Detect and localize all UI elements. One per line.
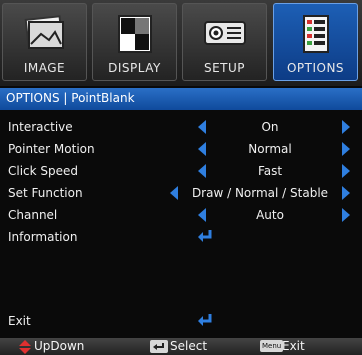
tab-label: IMAGE	[23, 61, 66, 75]
tab-label: SETUP	[203, 61, 246, 75]
tab-label: OPTIONS	[286, 61, 345, 75]
enter-icon[interactable]	[196, 228, 214, 244]
row-value: Normal	[248, 142, 292, 156]
row-value: On	[261, 120, 279, 134]
tab-image[interactable]: IMAGE	[2, 3, 87, 81]
menu-list: Interactive On Pointer Motion Normal Cli…	[0, 112, 362, 340]
row-label: Pointer Motion	[8, 142, 95, 156]
menu-row-interactive[interactable]: Interactive On	[0, 116, 362, 138]
setup-icon	[203, 21, 246, 45]
menu-row-information[interactable]: Information	[0, 226, 362, 248]
tab-display[interactable]: DISPLAY	[92, 3, 177, 81]
menu-row-exit[interactable]: Exit	[0, 310, 362, 332]
tab-setup[interactable]: SETUP	[182, 3, 267, 81]
row-value: Fast	[257, 164, 283, 178]
footer-updown-label: UpDown	[34, 339, 85, 353]
tab-label: DISPLAY	[108, 61, 161, 75]
row-value: Auto	[256, 208, 284, 222]
menu-row-channel[interactable]: Channel Auto	[0, 204, 362, 226]
row-label: Interactive	[8, 120, 73, 134]
menu-key-icon: Menu	[260, 340, 284, 352]
arrow-right-icon[interactable]	[342, 186, 350, 200]
enter-key-icon	[150, 340, 168, 353]
menu-row-pointer-motion[interactable]: Pointer Motion Normal	[0, 138, 362, 160]
updown-icon	[19, 340, 31, 354]
projector-osd-menu: IMAGE DISPLAY SETUP OPTIONS OPTIONS | Po…	[0, 0, 362, 355]
footer-exit-label: Exit	[282, 339, 305, 353]
menu-row-set-function[interactable]: Set Function Draw / Normal / Stable	[0, 182, 362, 204]
arrow-right-icon[interactable]	[342, 120, 350, 134]
row-label: Set Function	[8, 186, 83, 200]
exit-label: Exit	[8, 314, 31, 328]
row-label: Information	[8, 230, 78, 244]
row-label: Click Speed	[8, 164, 79, 178]
arrow-left-icon[interactable]	[170, 186, 178, 200]
page-title: OPTIONS | PointBlank	[6, 91, 135, 105]
footer-select-label: Select	[170, 339, 208, 353]
menu-row-click-speed[interactable]: Click Speed Fast	[0, 160, 362, 182]
display-icon	[117, 15, 152, 53]
tab-bar: IMAGE DISPLAY SETUP OPTIONS	[0, 0, 362, 86]
arrow-right-icon[interactable]	[342, 164, 350, 178]
arrow-right-icon[interactable]	[342, 142, 350, 156]
options-icon	[302, 15, 329, 53]
menu-title-bar: OPTIONS | PointBlank	[0, 88, 362, 110]
footer-bar: UpDown Select Menu Exit	[0, 338, 362, 355]
row-label: Channel	[8, 208, 58, 222]
arrow-right-icon[interactable]	[342, 208, 350, 222]
row-value: Draw / Normal / Stable	[191, 186, 329, 200]
image-icon	[24, 15, 64, 49]
tab-options[interactable]: OPTIONS	[273, 3, 358, 81]
enter-icon[interactable]	[196, 312, 214, 328]
